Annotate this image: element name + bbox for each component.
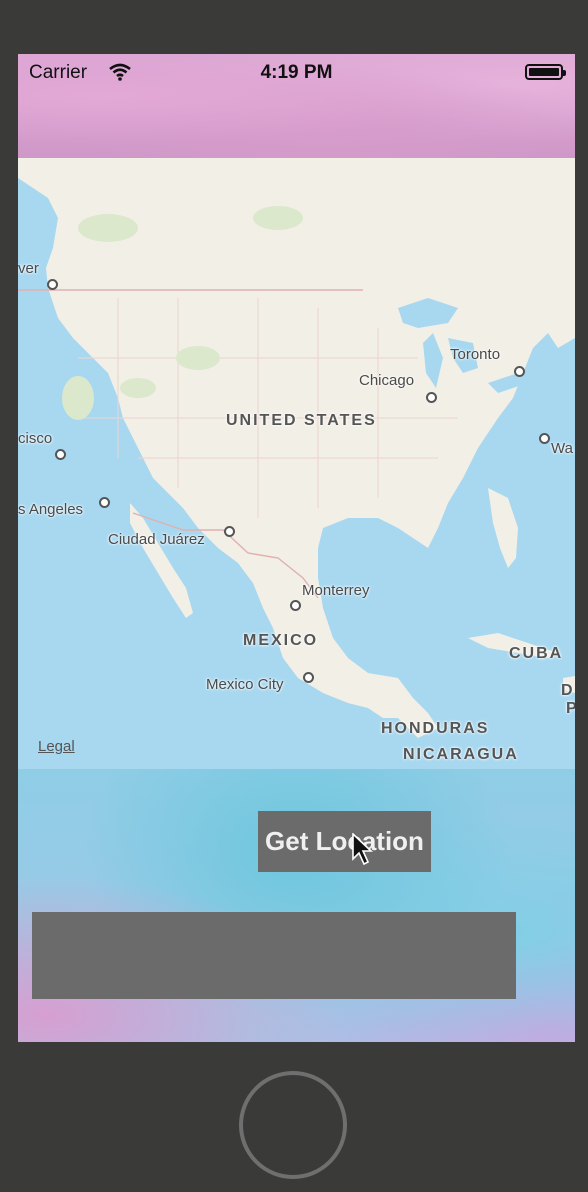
city-marker-los-angeles[interactable] [99,497,110,508]
city-label-vancouver: ver [18,260,39,277]
legal-link[interactable]: Legal [38,738,75,755]
controls-panel: Get Location [18,769,575,1042]
city-marker-monterrey[interactable] [290,600,301,611]
country-label-honduras: HONDURAS [381,720,490,737]
country-label-puerto-rico: P [566,700,575,717]
map-view[interactable]: Toronto Chicago UNITED STATES ver cisco … [18,158,575,769]
city-label-monterrey: Monterrey [302,582,370,599]
country-label-mexico: MEXICO [243,632,319,649]
city-label-washington: Wa [551,440,573,457]
country-label-dominican: D [561,682,575,699]
clock-time: 4:19 PM [260,62,333,83]
city-marker-mexico-city[interactable] [303,672,314,683]
mouse-cursor-icon [352,832,374,872]
city-label-toronto: Toronto [450,346,501,363]
city-marker-toronto[interactable] [514,366,525,377]
get-location-button[interactable]: Get Location [258,811,431,872]
country-label-cuba: CUBA [509,645,564,662]
city-label-mexico-city: Mexico City [206,676,284,693]
battery-icon [525,64,566,80]
city-marker-san-francisco[interactable] [55,449,66,460]
status-bar: Carrier 4:19 PM [18,54,575,92]
city-label-los-angeles: s Angeles [18,501,84,518]
phone-screen: Carrier 4:19 PM Toronto Chicago UNITED S… [18,54,575,1042]
country-label-united-states: UNITED STATES [226,412,377,429]
city-marker-chicago[interactable] [426,392,437,403]
city-label-san-francisco: cisco [18,430,53,447]
city-marker-washington[interactable] [539,433,550,444]
city-label-chicago: Chicago [359,372,415,389]
map-land [18,158,575,738]
city-marker-vancouver[interactable] [47,279,58,290]
location-result-box [32,912,516,999]
city-label-ciudad-juarez: Ciudad Juárez [108,531,205,548]
city-marker-ciudad-juarez[interactable] [224,526,235,537]
country-label-nicaragua: NICARAGUA [403,746,519,763]
home-button[interactable] [239,1071,347,1179]
